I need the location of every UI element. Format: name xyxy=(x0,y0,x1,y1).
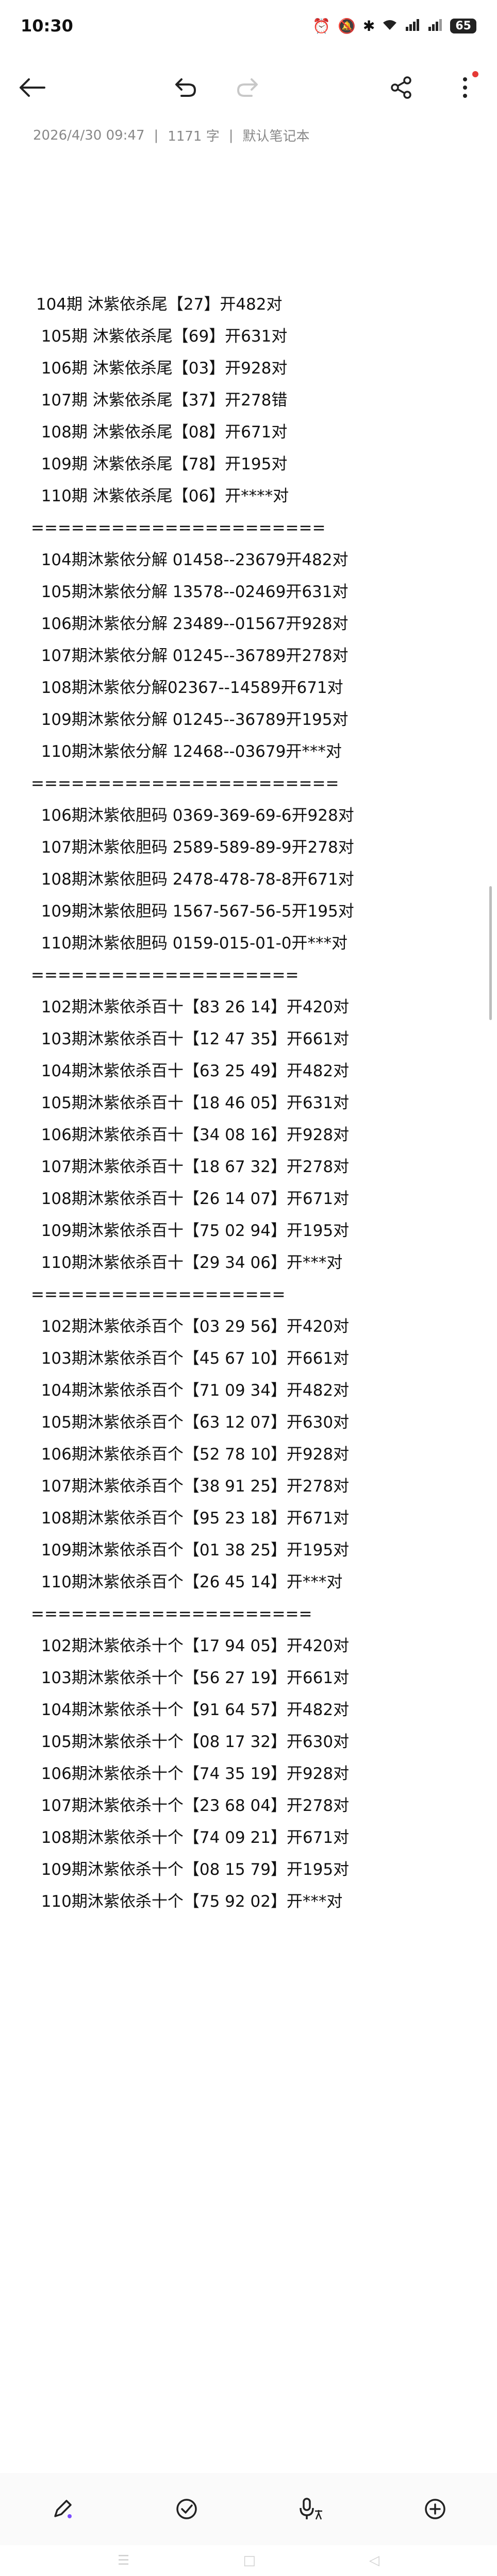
note-line: 110期沐紫依分解 12468--03679开***对 xyxy=(31,742,342,761)
note-line: 109期沐紫依胆码 1567-567-56-5开195对 xyxy=(31,902,354,921)
mute-icon: 🔕 xyxy=(338,17,356,35)
redo-button[interactable] xyxy=(232,71,265,104)
wifi-icon xyxy=(382,18,397,35)
note-line: 105期 沐紫依杀尾【69】开631对 xyxy=(31,327,288,346)
voice-button[interactable] xyxy=(294,2493,327,2526)
add-button[interactable] xyxy=(419,2493,452,2526)
note-line: 107期沐紫依胆码 2589-589-89-9开278对 xyxy=(31,838,354,857)
back-button[interactable] xyxy=(15,71,48,104)
notification-dot xyxy=(472,71,478,77)
note-line: 106期 沐紫依杀尾【03】开928对 xyxy=(31,359,288,378)
note-line: 107期沐紫依分解 01245--36789开278对 xyxy=(31,647,349,665)
separator-line: ====================== xyxy=(31,519,326,537)
nav-home-icon[interactable]: □ xyxy=(243,2553,256,2568)
note-line: 107期沐紫依杀百个【38 91 25】开278对 xyxy=(31,1477,350,1496)
note-line: 104期沐紫依分解 01458--23679开482对 xyxy=(31,551,349,569)
notebook-name[interactable]: 默认笔记本 xyxy=(242,126,309,145)
more-button[interactable] xyxy=(449,71,482,104)
note-line: 106期沐紫依胆码 0369-369-69-6开928对 xyxy=(31,806,354,825)
share-more-group xyxy=(385,71,482,104)
microphone-icon xyxy=(299,2498,322,2520)
bottom-toolbar xyxy=(0,2473,497,2545)
more-vertical-icon xyxy=(463,77,467,98)
undo-button[interactable] xyxy=(168,71,201,104)
word-count: 1171 字 xyxy=(168,129,220,144)
note-line: 106期沐紫依杀百十【34 08 16】开928对 xyxy=(31,1126,350,1144)
signal-icon-2 xyxy=(427,18,443,35)
note-line: 108期 沐紫依杀尾【08】开671对 xyxy=(31,423,288,442)
note-line: 105期沐紫依分解 13578--02469开631对 xyxy=(31,583,349,601)
meta-separator: | xyxy=(228,127,234,143)
note-line: 104期沐紫依杀百十【63 25 49】开482对 xyxy=(31,1062,350,1080)
checklist-icon xyxy=(176,2499,197,2519)
checklist-button[interactable] xyxy=(170,2493,203,2526)
note-line: 108期沐紫依杀十个【74 09 21】开671对 xyxy=(31,1828,350,1847)
redo-icon xyxy=(237,78,258,97)
note-line: 103期沐紫依杀十个【56 27 19】开661对 xyxy=(31,1669,350,1687)
pen-button[interactable] xyxy=(46,2493,79,2526)
note-line: 108期沐紫依胆码 2478-478-78-8开671对 xyxy=(31,870,354,889)
note-line: 110期沐紫依杀百个【26 45 14】开***对 xyxy=(31,1573,343,1591)
status-time: 10:30 xyxy=(21,16,73,36)
note-line: 105期沐紫依杀百十【18 46 05】开631对 xyxy=(31,1094,350,1112)
note-line: 106期沐紫依杀百个【52 78 10】开928对 xyxy=(31,1445,350,1464)
note-line: 110期沐紫依胆码 0159-015-01-0开***对 xyxy=(31,934,348,953)
note-line: 108期沐紫依杀百十【26 14 07】开671对 xyxy=(31,1190,350,1208)
status-bar: 10:30 ⏰ 🔕 ✱ 65 xyxy=(0,0,497,52)
back-arrow-icon xyxy=(20,78,45,97)
status-icons: ⏰ 🔕 ✱ 65 xyxy=(312,18,476,35)
note-line: 109期沐紫依分解 01245--36789开195对 xyxy=(31,710,349,729)
note-line: 106期沐紫依分解 23489--01567开928对 xyxy=(31,615,349,633)
note-line: 102期沐紫依杀十个【17 94 05】开420对 xyxy=(31,1637,350,1655)
note-line: 102期沐紫依杀百个【03 29 56】开420对 xyxy=(31,1317,350,1336)
note-body[interactable]: 104期 沐紫依杀尾【27】开482对 105期 沐紫依杀尾【69】开631对 … xyxy=(31,289,474,1918)
system-nav-bar: ☰ □ ◁ xyxy=(0,2545,497,2576)
alarm-icon: ⏰ xyxy=(312,17,331,35)
note-line: 108期沐紫依分解02367--14589开671对 xyxy=(31,679,343,697)
note-date: 2026/4/30 09:47 xyxy=(33,127,145,143)
note-line: 107期沐紫依杀百十【18 67 32】开278对 xyxy=(31,1158,350,1176)
signal-icon xyxy=(405,18,420,35)
nav-back-icon[interactable]: ◁ xyxy=(369,2553,379,2568)
note-line: 104期沐紫依杀百个【71 09 34】开482对 xyxy=(31,1381,350,1400)
note-line: 109期 沐紫依杀尾【78】开195对 xyxy=(31,455,288,473)
bluetooth-icon: ✱ xyxy=(362,17,375,35)
battery-icon: 65 xyxy=(450,18,476,33)
note-line: 109期沐紫依杀百十【75 02 94】开195对 xyxy=(31,1222,350,1240)
note-line: 106期沐紫依杀十个【74 35 19】开928对 xyxy=(31,1765,350,1783)
note-meta: 2026/4/30 09:47 | 1171 字 | 默认笔记本 xyxy=(33,126,310,145)
note-line: 110期沐紫依杀十个【75 92 02】开***对 xyxy=(31,1892,343,1911)
note-line: 109期沐紫依杀百个【01 38 25】开195对 xyxy=(31,1541,350,1560)
pen-icon xyxy=(54,2500,72,2518)
top-toolbar xyxy=(0,62,497,113)
note-line: 110期 沐紫依杀尾【06】开****对 xyxy=(31,487,289,505)
separator-line: ======================= xyxy=(31,774,339,793)
note-line: 105期沐紫依杀百个【63 12 07】开630对 xyxy=(31,1413,350,1432)
note-line: 110期沐紫依杀百十【29 34 06】开***对 xyxy=(31,1253,343,1272)
share-icon xyxy=(391,76,411,99)
scrollbar[interactable] xyxy=(489,886,492,1020)
undo-redo-group xyxy=(168,71,265,104)
undo-icon xyxy=(175,78,196,97)
note-line: 102期沐紫依杀百十【83 26 14】开420对 xyxy=(31,998,350,1016)
meta-separator: | xyxy=(154,127,159,143)
note-line: 108期沐紫依杀百个【95 23 18】开671对 xyxy=(31,1509,350,1528)
separator-line: =================== xyxy=(31,1285,286,1304)
note-line: 105期沐紫依杀十个【08 17 32】开630对 xyxy=(31,1733,350,1751)
note-line: 104期 沐紫依杀尾【27】开482对 xyxy=(31,295,283,314)
separator-line: ===================== xyxy=(31,1605,312,1623)
share-button[interactable] xyxy=(385,71,418,104)
note-line: 103期沐紫依杀百个【45 67 10】开661对 xyxy=(31,1349,350,1368)
note-line: 107期 沐紫依杀尾【37】开278错 xyxy=(31,391,288,410)
note-line: 104期沐紫依杀十个【91 64 57】开482对 xyxy=(31,1701,350,1719)
nav-menu-icon[interactable]: ☰ xyxy=(118,2553,129,2568)
note-line: 107期沐紫依杀十个【23 68 04】开278对 xyxy=(31,1797,350,1815)
note-line: 103期沐紫依杀百十【12 47 35】开661对 xyxy=(31,1030,350,1048)
note-line: 109期沐紫依杀十个【08 15 79】开195对 xyxy=(31,1860,350,1879)
separator-line: ==================== xyxy=(31,966,299,985)
plus-circle-icon xyxy=(424,2499,445,2519)
